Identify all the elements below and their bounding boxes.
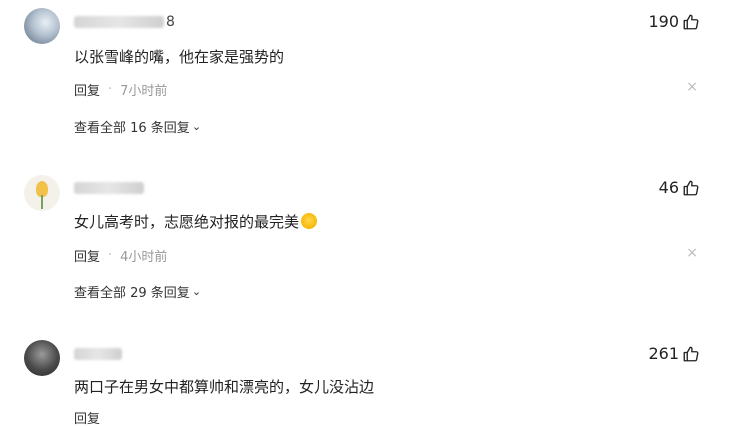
like-count: 190 (648, 12, 679, 31)
comment-text: 以张雪峰的嘴，他在家是强势的 (74, 48, 285, 66)
comment-text: 女儿高考时，志愿绝对报的最完美 (74, 213, 300, 231)
like-button[interactable]: 46 (659, 178, 700, 197)
avatar[interactable] (24, 175, 60, 211)
timestamp: 4小时前 (120, 250, 168, 265)
close-icon[interactable]: × (686, 79, 698, 95)
grinning-face-emoji-icon (301, 213, 318, 229)
reply-button[interactable]: 回复 (74, 80, 100, 99)
view-replies-button[interactable]: 查看全部 29 条回复 ⌄ (74, 282, 201, 301)
view-replies-label: 查看全部 29 条回复 (74, 286, 190, 301)
chevron-down-icon: ⌄ (191, 285, 202, 298)
close-icon[interactable]: × (686, 245, 698, 261)
chevron-down-icon: ⌄ (191, 120, 202, 133)
like-button[interactable]: 190 (648, 12, 700, 31)
timestamp: 7小时前 (120, 84, 168, 99)
username[interactable]: 8 (74, 14, 175, 30)
separator-dot: · (108, 82, 113, 97)
flower-stem (41, 195, 43, 209)
avatar[interactable] (24, 340, 60, 376)
comment-meta: 回复 · 4小时前 (74, 246, 167, 265)
thumbs-up-icon (683, 180, 699, 195)
comment-meta: 回复 · 7小时前 (74, 80, 167, 99)
view-replies-button[interactable]: 查看全部 16 条回复 ⌄ (74, 117, 201, 136)
reply-button[interactable]: 回复 (74, 246, 100, 265)
reply-button[interactable]: 回复 (74, 408, 100, 427)
thumbs-up-icon (683, 346, 699, 361)
like-count: 261 (648, 344, 679, 363)
like-button[interactable]: 261 (648, 344, 700, 363)
like-count: 46 (658, 178, 679, 197)
comment-text: 两口子在男女中都算帅和漂亮的，女儿没沾边 (74, 378, 375, 396)
comment-text-wrapper: 女儿高考时，志愿绝对报的最完美 (74, 211, 318, 232)
view-replies-label: 查看全部 16 条回复 (74, 121, 190, 136)
comment-meta: 回复 (74, 408, 100, 427)
separator-dot: · (108, 248, 113, 263)
username[interactable] (74, 346, 122, 362)
thumbs-up-icon (683, 14, 699, 29)
username[interactable] (74, 180, 144, 196)
avatar[interactable] (24, 8, 60, 44)
